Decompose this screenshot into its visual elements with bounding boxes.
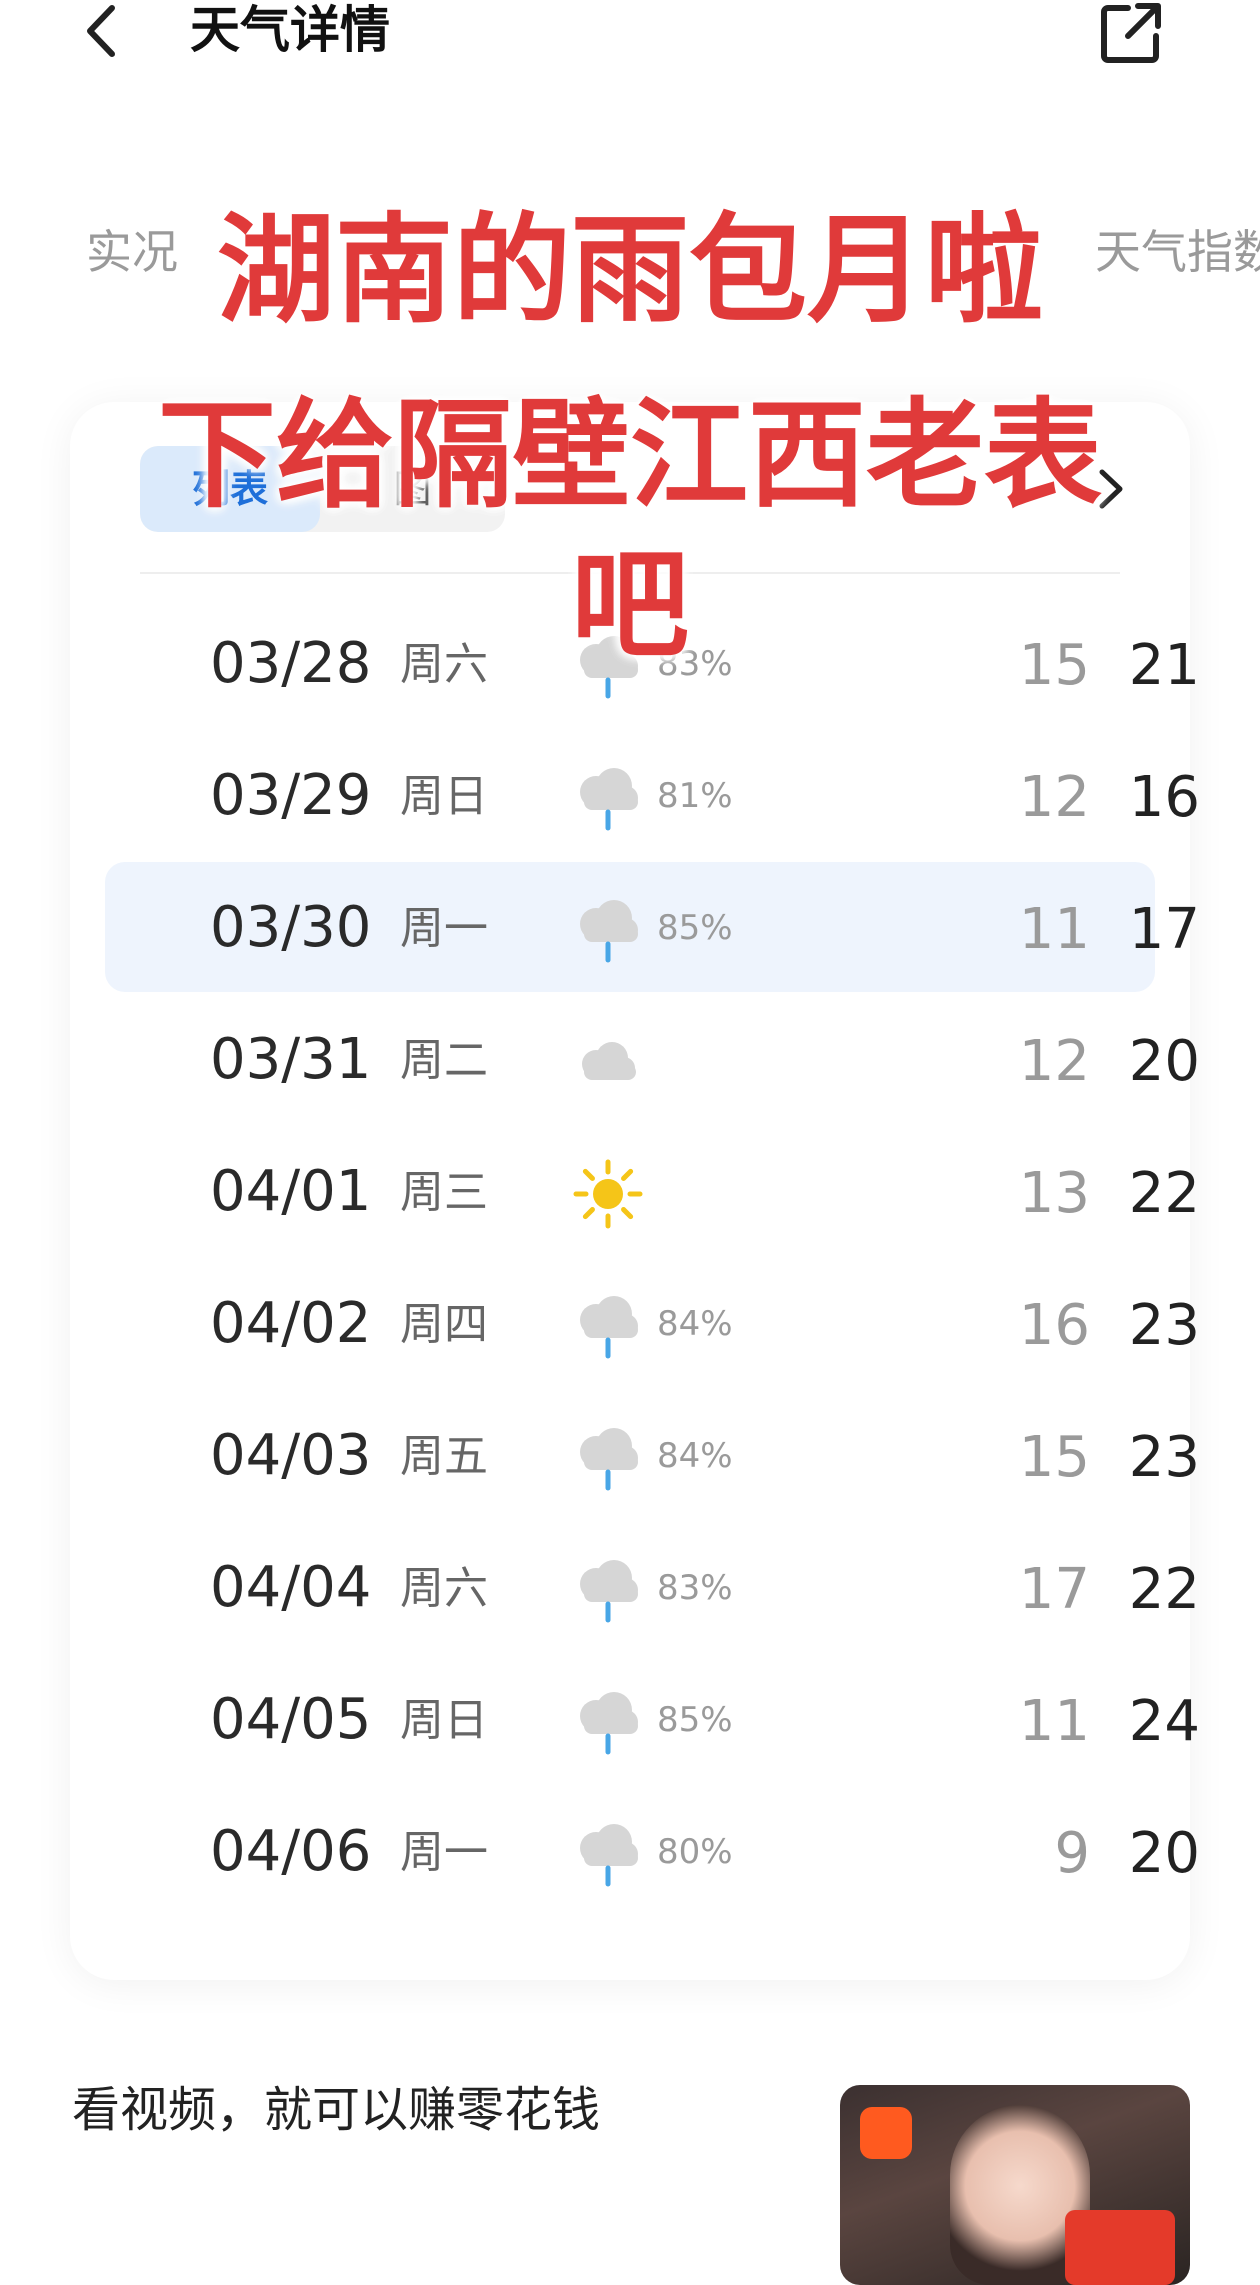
forecast-row[interactable]: 03/30 周一 85% 11 17 (105, 862, 1200, 992)
header: 天气详情 (0, 0, 1260, 70)
low-temp: 15 (1018, 1425, 1090, 1490)
promo-thumbnail[interactable] (840, 2085, 1190, 2285)
rain-cloud-icon (568, 1814, 648, 1894)
rain-cloud-icon (568, 1682, 648, 1762)
high-temp: 17 (1128, 897, 1200, 962)
low-temp: 12 (1018, 1029, 1090, 1094)
rain-cloud-icon (568, 890, 648, 970)
forecast-date: 04/04 (210, 1555, 372, 1620)
forecast-weekday: 周五 (400, 1431, 488, 1482)
low-temp: 16 (1018, 1293, 1090, 1358)
humidity-value: 80% (657, 1832, 733, 1872)
humidity-value: 83% (657, 1568, 733, 1608)
low-temp: 11 (1018, 1689, 1090, 1754)
humidity-value: 85% (657, 908, 733, 948)
forecast-row[interactable]: 04/06 周一 80% 9 20 (105, 1786, 1200, 1916)
high-temp: 20 (1128, 1029, 1200, 1094)
forecast-date: 03/30 (210, 895, 372, 960)
forecast-date: 04/03 (210, 1423, 372, 1488)
forecast-weekday: 周日 (400, 771, 488, 822)
rain-cloud-icon (568, 758, 648, 838)
cloud-icon (568, 1022, 648, 1102)
forecast-date: 03/29 (210, 763, 372, 828)
high-temp: 22 (1128, 1557, 1200, 1622)
forecast-date: 03/31 (210, 1027, 372, 1092)
forecast-row[interactable]: 04/04 周六 83% 17 22 (105, 1522, 1200, 1652)
humidity-value: 84% (657, 1304, 733, 1344)
high-temp: 24 (1128, 1689, 1200, 1754)
gift-box-icon (1065, 2210, 1175, 2285)
low-temp: 9 (1054, 1821, 1090, 1886)
page-title: 天气详情 (190, 1, 390, 59)
high-temp: 16 (1128, 765, 1200, 830)
low-temp: 17 (1018, 1557, 1090, 1622)
humidity-value: 85% (657, 1700, 733, 1740)
forecast-row[interactable]: 04/03 周五 84% 15 23 (105, 1390, 1200, 1520)
forecast-weekday: 周日 (400, 1695, 488, 1746)
forecast-row[interactable]: 04/01 周三 13 22 (105, 1126, 1200, 1256)
forecast-weekday: 周一 (400, 903, 488, 954)
overlay-caption-line-1: 湖南的雨包月啦 (216, 201, 1043, 339)
high-temp: 20 (1128, 1821, 1200, 1886)
forecast-date: 04/01 (210, 1159, 372, 1224)
humidity-value: 81% (657, 776, 733, 816)
promo-text[interactable]: 看视频，就可以赚零花钱 (72, 2080, 600, 2140)
external-share-icon[interactable] (1098, 0, 1164, 66)
forecast-date: 04/02 (210, 1291, 372, 1356)
forecast-row[interactable]: 03/31 周二 12 20 (105, 994, 1200, 1124)
forecast-row[interactable]: 04/02 周四 84% 16 23 (105, 1258, 1200, 1388)
low-temp: 13 (1018, 1161, 1090, 1226)
chevron-left-icon[interactable] (78, 2, 128, 60)
forecast-date: 04/05 (210, 1687, 372, 1752)
forecast-weekday: 周一 (400, 1827, 488, 1878)
forecast-row[interactable]: 04/05 周日 85% 11 24 (105, 1654, 1200, 1784)
forecast-weekday: 周六 (400, 1563, 488, 1614)
high-temp: 23 (1128, 1425, 1200, 1490)
overlay-caption-line-2: 下给隔壁江西老表 (157, 386, 1102, 524)
rain-cloud-icon (568, 1286, 648, 1366)
rain-cloud-icon (568, 1418, 648, 1498)
rain-cloud-icon (568, 1550, 648, 1630)
forecast-date: 04/06 (210, 1819, 372, 1884)
forecast-weekday: 周三 (400, 1167, 488, 1218)
sun-icon (568, 1154, 648, 1234)
humidity-value: 84% (657, 1436, 733, 1476)
low-temp: 11 (1018, 897, 1090, 962)
forecast-weekday: 周二 (400, 1035, 488, 1086)
high-temp: 23 (1128, 1293, 1200, 1358)
overlay-caption-line-3: 吧 (570, 536, 689, 674)
low-temp: 12 (1018, 765, 1090, 830)
forecast-row[interactable]: 03/29 周日 81% 12 16 (105, 730, 1200, 860)
high-temp: 22 (1128, 1161, 1200, 1226)
app-logo-icon (860, 2107, 912, 2159)
forecast-weekday: 周四 (400, 1299, 488, 1350)
